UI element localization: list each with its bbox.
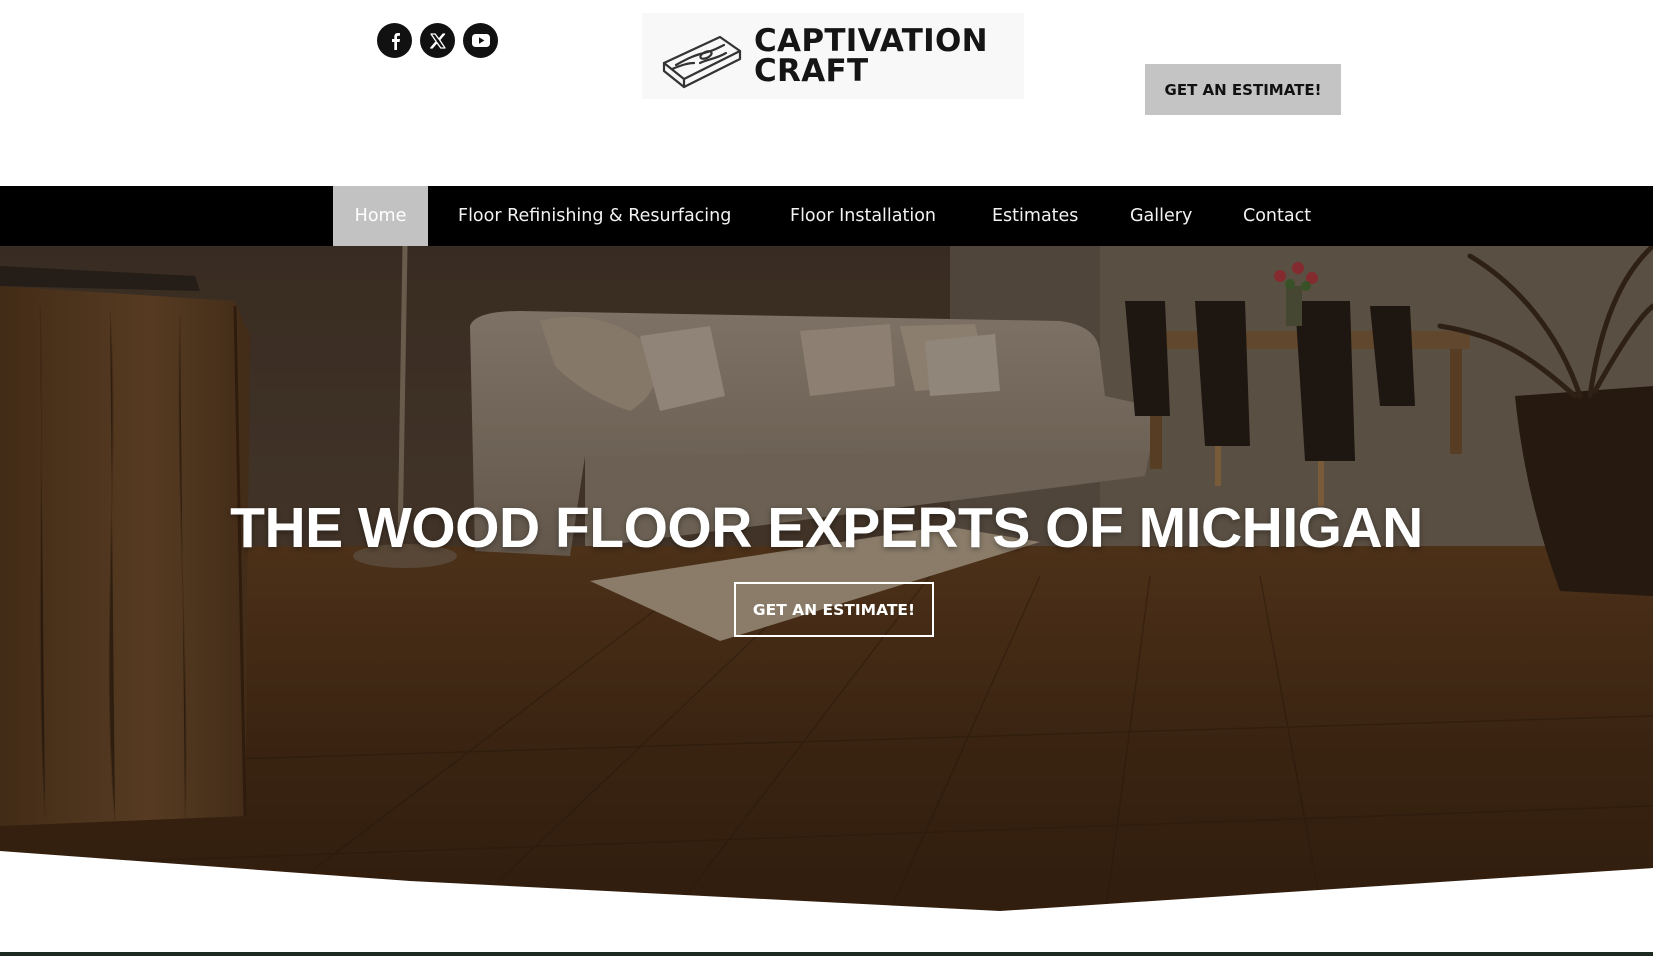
hero-title: THE WOOD FLOOR EXPERTS OF MICHIGAN bbox=[230, 496, 1423, 560]
hero-get-estimate-button[interactable]: GET AN ESTIMATE! bbox=[734, 582, 934, 637]
logo-line-2: CRAFT bbox=[754, 53, 869, 89]
nav-item-floor-refinishing[interactable]: Floor Refinishing & Resurfacing bbox=[458, 186, 731, 246]
logo-wordmark: CAPTIVATION CRAFT bbox=[754, 23, 988, 89]
nav-item-estimates[interactable]: Estimates bbox=[992, 186, 1078, 246]
header-get-estimate-button[interactable]: GET AN ESTIMATE! bbox=[1145, 64, 1341, 115]
main-nav: Home Floor Refinishing & Resurfacing Flo… bbox=[0, 186, 1653, 246]
nav-item-gallery[interactable]: Gallery bbox=[1130, 186, 1192, 246]
logo-line-1: CAPTIVATION bbox=[754, 23, 988, 59]
social-links bbox=[377, 23, 498, 58]
x-icon[interactable] bbox=[420, 23, 455, 58]
site-logo[interactable]: CAPTIVATION CRAFT bbox=[642, 13, 1024, 99]
section-divider-line bbox=[0, 952, 1653, 956]
nav-item-home[interactable]: Home bbox=[333, 186, 428, 246]
youtube-icon[interactable] bbox=[463, 23, 498, 58]
wood-plank-icon bbox=[662, 35, 742, 89]
facebook-icon[interactable] bbox=[377, 23, 412, 58]
nav-item-floor-installation[interactable]: Floor Installation bbox=[790, 186, 936, 246]
nav-item-contact[interactable]: Contact bbox=[1243, 186, 1311, 246]
